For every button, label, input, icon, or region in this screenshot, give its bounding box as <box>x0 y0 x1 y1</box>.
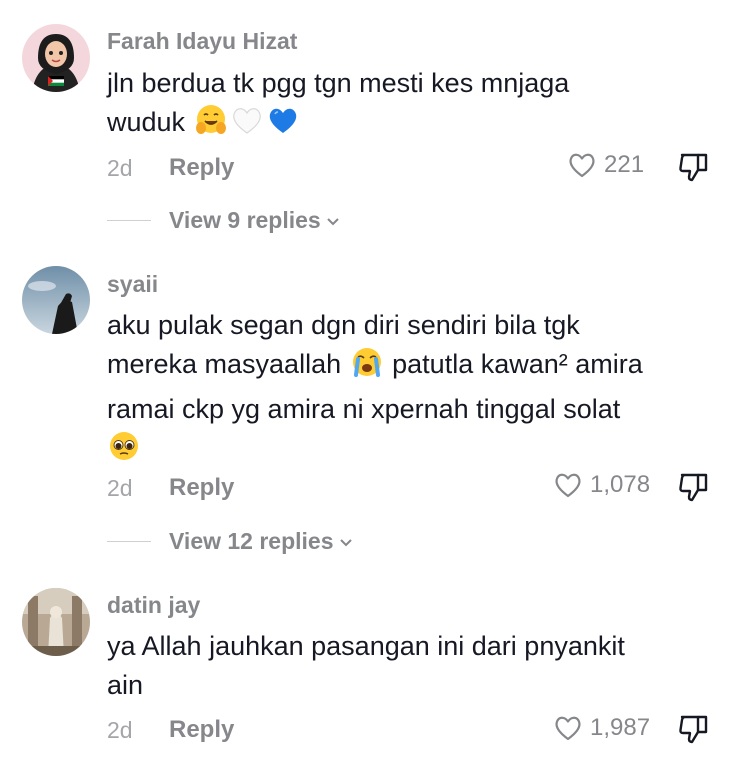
comment-text: aku pulak segan dgn diri sendiri bila tg… <box>107 306 717 474</box>
comment-age: 2d <box>107 717 133 743</box>
heart-outline-icon <box>555 473 581 498</box>
dislike-button[interactable] <box>677 150 711 189</box>
thumbs-down-icon <box>679 153 708 182</box>
loudly-crying-face-emoji <box>350 345 384 390</box>
heart-outline-icon <box>569 153 595 178</box>
view-replies-button[interactable]: View 9 replies <box>107 207 341 234</box>
comment-text: jln berdua tk pgg tgn mesti kes mnjaga w… <box>107 64 717 148</box>
reply-button[interactable]: Reply <box>169 716 234 744</box>
divider-line <box>107 220 151 221</box>
heart-outline-icon <box>555 716 581 741</box>
avatar[interactable] <box>22 266 90 334</box>
view-replies-button[interactable]: View 12 replies <box>107 528 354 555</box>
comment-text-line: ya Allah jauhkan pasangan ini dari pnyan… <box>107 631 625 661</box>
comment-text-line: aku pulak segan dgn diri sendiri bila tg… <box>107 310 580 340</box>
comment-age: 2d <box>107 475 133 501</box>
avatar[interactable] <box>22 24 90 92</box>
comment-text-fragment: mereka masyaallah <box>107 349 342 379</box>
like-count: 1,078 <box>590 471 651 498</box>
like-count: 221 <box>604 151 645 178</box>
thumbs-down-icon <box>679 715 708 744</box>
chevron-down-icon <box>339 538 352 546</box>
comment-text-line: jln berdua tk pgg tgn mesti kes mnjaga <box>107 68 570 98</box>
comment-text-line: ain <box>107 670 144 700</box>
comment-text: ya Allah jauhkan pasangan ini dari pnyan… <box>107 627 717 705</box>
dislike-button[interactable] <box>677 712 711 751</box>
blue-heart-emoji <box>266 103 300 148</box>
like-button[interactable]: 221 <box>566 149 644 181</box>
like-count: 1,987 <box>590 714 651 741</box>
thumbs-down-icon <box>679 473 708 502</box>
chevron-down-icon <box>327 217 339 225</box>
view-replies-label: View 9 replies <box>169 207 321 233</box>
like-button[interactable]: 1,078 <box>552 469 650 501</box>
white-heart-emoji <box>230 103 264 148</box>
reply-button[interactable]: Reply <box>169 154 234 182</box>
dislike-button[interactable] <box>677 470 711 509</box>
comment-username[interactable]: syaii <box>107 271 158 298</box>
comment-text-line: wuduk <box>107 103 717 148</box>
comment-text-fragment: patutla kawan² amira <box>392 349 643 379</box>
hugging-face-emoji <box>194 103 228 148</box>
reply-button[interactable]: Reply <box>169 474 234 502</box>
comment-text-line <box>107 429 717 474</box>
comment-username[interactable]: datin jay <box>107 592 200 619</box>
pleading-face-emoji <box>107 429 141 474</box>
view-replies-label: View 12 replies <box>169 528 334 554</box>
like-button[interactable]: 1,987 <box>552 712 650 744</box>
comment-text-fragment: wuduk <box>107 107 186 137</box>
comment-text-line: mereka masyaallah patutla kawan² amira <box>107 345 717 390</box>
comment-text-line: ramai ckp yg amira ni xpernah tinggal so… <box>107 394 621 424</box>
comment-age: 2d <box>107 155 133 181</box>
comment-username[interactable]: Farah Idayu Hizat <box>107 28 297 55</box>
divider-line <box>107 541 151 542</box>
avatar[interactable] <box>22 588 90 656</box>
